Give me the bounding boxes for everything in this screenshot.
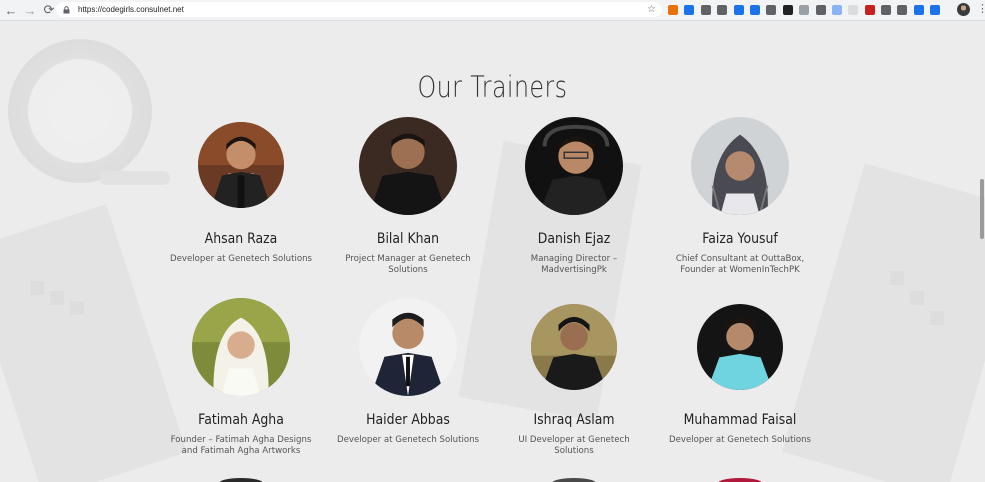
extension-icon[interactable] bbox=[848, 5, 859, 15]
extension-icon[interactable] bbox=[930, 5, 941, 15]
trainer-photo bbox=[697, 304, 783, 390]
browser-menu-icon[interactable]: ⋮ bbox=[977, 2, 985, 15]
profile-avatar-icon[interactable] bbox=[957, 3, 970, 16]
trainer-name: Muhammad Faisal bbox=[683, 412, 797, 428]
trainer-name: Ahsan Raza bbox=[204, 231, 278, 247]
extension-icon[interactable] bbox=[684, 5, 695, 15]
bookmark-star-icon[interactable]: ☆ bbox=[647, 4, 656, 15]
trainer-role: Founder – Fatimah Agha Designs and Fatim… bbox=[170, 435, 312, 456]
extension-icon[interactable] bbox=[831, 5, 842, 15]
trainer-name: Bilal Khan bbox=[376, 231, 440, 247]
trainer-name: Haider Abbas bbox=[366, 412, 450, 428]
trainer-role: UI Developer at Genetech Solutions bbox=[518, 435, 630, 456]
trainer-name: Danish Ejaz bbox=[537, 231, 611, 247]
trainer-photo bbox=[691, 117, 789, 215]
extension-icon[interactable] bbox=[881, 5, 892, 15]
extension-icon[interactable] bbox=[897, 5, 908, 15]
extension-icon[interactable] bbox=[749, 5, 760, 15]
extension-icon[interactable] bbox=[717, 5, 728, 15]
trainer-role: Developer at Genetech Solutions bbox=[336, 435, 480, 445]
url-text[interactable]: https://codegirls.consulnet.net bbox=[78, 5, 184, 14]
extension-icon[interactable] bbox=[815, 5, 826, 15]
trainer-photo bbox=[525, 117, 623, 215]
extension-icon[interactable] bbox=[864, 5, 875, 15]
lock-icon bbox=[63, 5, 71, 14]
trainer-photo bbox=[192, 298, 290, 396]
trainer-photo bbox=[359, 298, 457, 396]
address-bar[interactable]: https://codegirls.consulnet.net ☆ bbox=[56, 2, 662, 17]
extension-icon[interactable] bbox=[782, 5, 793, 15]
extension-icon[interactable] bbox=[700, 5, 711, 15]
forward-icon[interactable]: → bbox=[22, 2, 38, 18]
section-title: Our Trainers bbox=[417, 70, 568, 105]
trainer-photo bbox=[359, 117, 457, 215]
trainer-photo-partial bbox=[219, 478, 263, 482]
trainer-photo-partial bbox=[718, 478, 762, 482]
reload-icon[interactable]: ⟳ bbox=[41, 2, 57, 18]
trainer-name: Ishraq Aslam bbox=[533, 412, 615, 428]
trainer-name: Faiza Yousuf bbox=[702, 231, 778, 247]
trainer-photo bbox=[531, 304, 617, 390]
trainer-name: Fatimah Agha bbox=[198, 412, 284, 428]
extension-icon[interactable] bbox=[766, 5, 777, 15]
trainer-role: Project Manager at Genetech Solutions bbox=[345, 254, 471, 275]
browser-toolbar: ← → ⟳ https://codegirls.consulnet.net ☆ … bbox=[0, 0, 985, 21]
trainer-photo bbox=[198, 122, 284, 208]
trainer-photo-partial bbox=[552, 478, 596, 482]
extension-icon[interactable] bbox=[668, 5, 678, 15]
page-scrollbar[interactable] bbox=[980, 179, 984, 239]
trainer-role: Developer at Genetech Solutions bbox=[169, 254, 313, 264]
back-icon[interactable]: ← bbox=[3, 2, 19, 18]
trainer-role: Developer at Genetech Solutions bbox=[668, 435, 812, 445]
trainer-role: Chief Consultant at OuttaBox, Founder at… bbox=[675, 254, 805, 275]
extension-icon[interactable] bbox=[913, 5, 924, 15]
extensions-bar bbox=[668, 3, 947, 17]
extension-icon[interactable] bbox=[733, 5, 744, 15]
trainer-role: Managing Director – MadvertisingPk bbox=[530, 254, 618, 275]
trainers-section: Our Trainers Ahsan Raza Developer at Gen… bbox=[0, 21, 985, 482]
extension-icon[interactable] bbox=[799, 5, 810, 15]
